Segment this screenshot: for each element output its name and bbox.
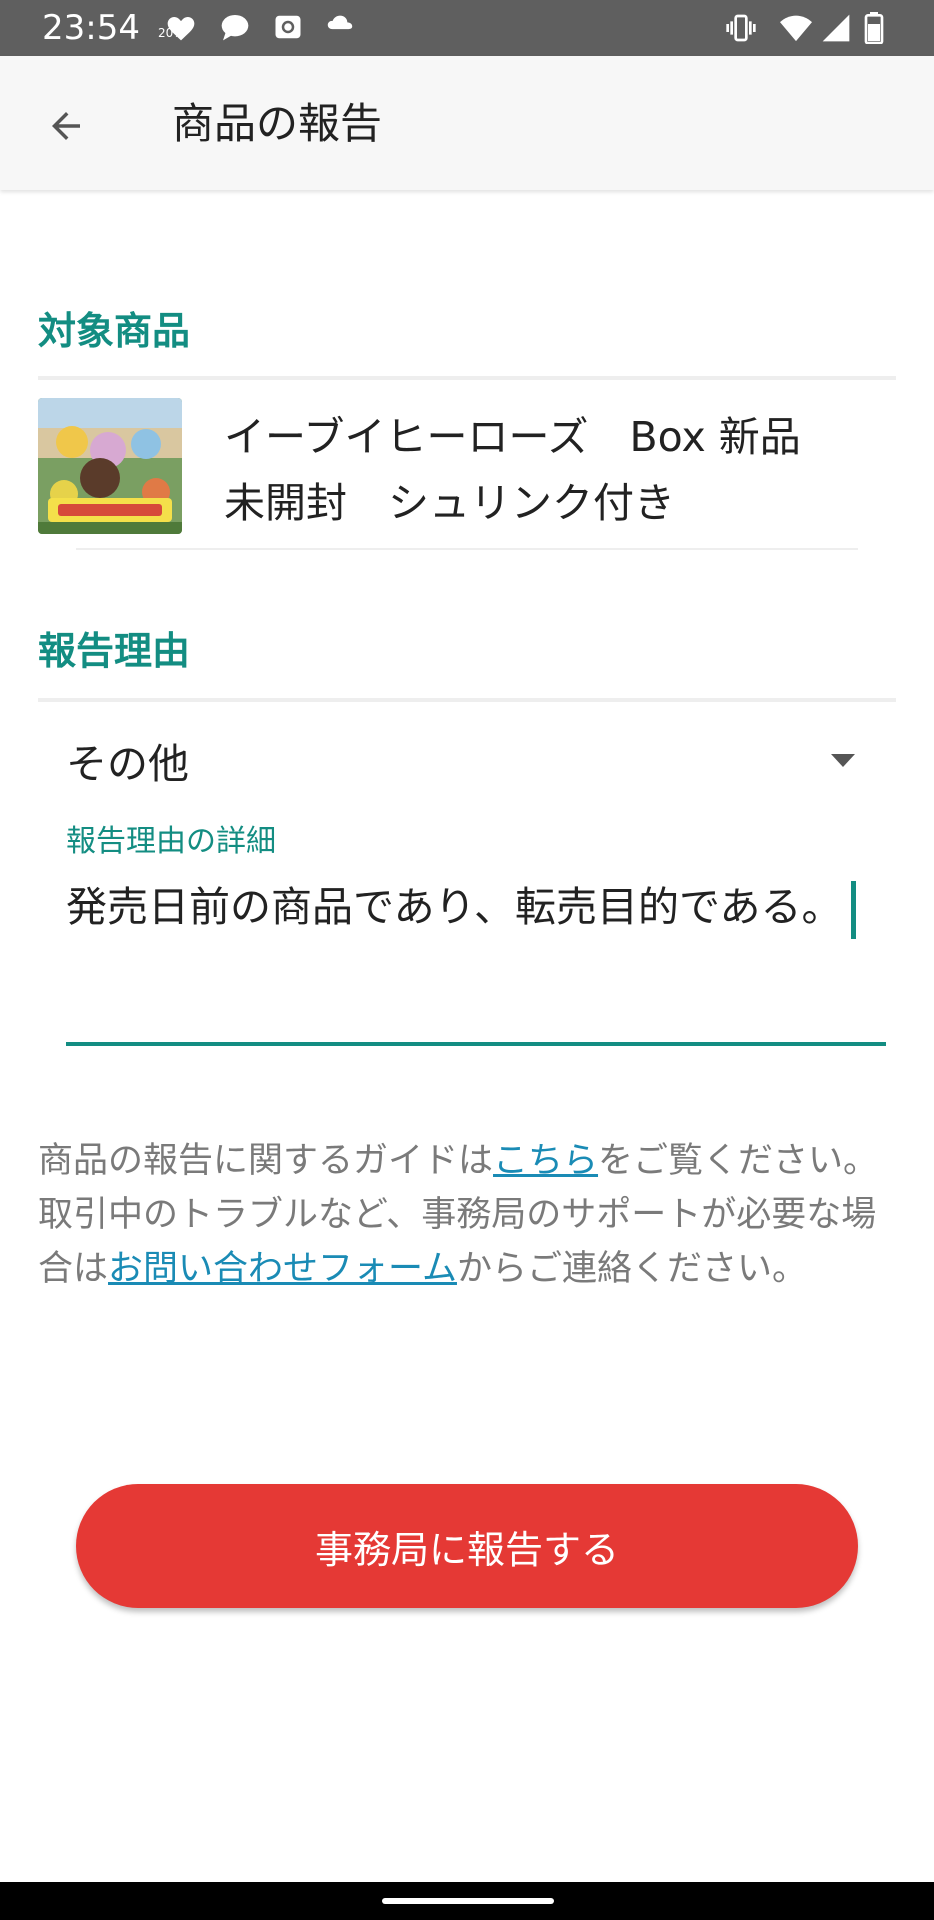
target-divider bbox=[38, 376, 896, 380]
status-time: 23:54 bbox=[42, 8, 140, 48]
reason-detail-input[interactable]: 発売日前の商品であり、転売目的である。 bbox=[66, 876, 888, 1046]
signal-icon bbox=[822, 14, 850, 42]
guide-text-part2: をご覧ください。 bbox=[598, 1141, 879, 1181]
reason-detail-label: 報告理由の詳細 bbox=[66, 824, 276, 859]
arrow-left-icon bbox=[52, 112, 80, 140]
product-name[interactable]: イーブイヒーローズ Box 新品 未開封 シュリンク付き bbox=[224, 404, 884, 536]
camera-icon bbox=[275, 15, 301, 39]
chat-bubble-icon bbox=[221, 15, 249, 41]
dropdown-arrow-icon bbox=[831, 754, 855, 767]
product-divider bbox=[76, 548, 858, 550]
text-cursor bbox=[850, 881, 856, 939]
precipitation-label: 20% bbox=[158, 26, 185, 40]
product-name-line1: イーブイヒーローズ Box 新品 bbox=[224, 413, 801, 461]
guide-link[interactable]: こちら bbox=[493, 1141, 598, 1181]
reason-detail-underline bbox=[66, 1042, 886, 1046]
report-to-office-button[interactable]: 事務局に報告する bbox=[76, 1484, 858, 1608]
contact-form-link[interactable]: お問い合わせフォーム bbox=[108, 1249, 457, 1289]
status-bar: 23:54 20% bbox=[0, 0, 934, 56]
reason-dropdown[interactable]: その他 bbox=[38, 728, 896, 802]
report-reason-label: 報告理由 bbox=[38, 629, 191, 673]
weather-icon bbox=[327, 15, 353, 30]
product-name-line2: 未開封 シュリンク付き bbox=[224, 479, 675, 527]
reason-divider bbox=[38, 698, 896, 702]
status-system-icons bbox=[724, 12, 894, 44]
reason-detail-value: 発売日前の商品であり、転売目的である。 bbox=[66, 883, 843, 931]
guide-text: 商品の報告に関するガイドはこちらをご覧ください。 取引中のトラブルなど、事務局のサ… bbox=[38, 1134, 900, 1296]
vibrate-icon bbox=[726, 14, 756, 42]
back-button[interactable] bbox=[28, 88, 104, 164]
product-image bbox=[38, 398, 182, 534]
app-bar: 商品の報告 bbox=[0, 56, 934, 190]
battery-icon bbox=[864, 12, 884, 44]
product-thumbnail[interactable] bbox=[38, 398, 182, 534]
home-gesture-handle[interactable] bbox=[382, 1898, 554, 1904]
page-title: 商品の報告 bbox=[172, 99, 383, 148]
guide-text-part1: 商品の報告に関するガイドは bbox=[38, 1141, 494, 1181]
target-product-label: 対象商品 bbox=[38, 309, 191, 353]
selected-reason: その他 bbox=[66, 740, 189, 788]
navigation-bar bbox=[0, 1882, 934, 1920]
wifi-icon bbox=[780, 15, 812, 42]
guide-text-part4: からご連絡ください。 bbox=[456, 1249, 807, 1289]
